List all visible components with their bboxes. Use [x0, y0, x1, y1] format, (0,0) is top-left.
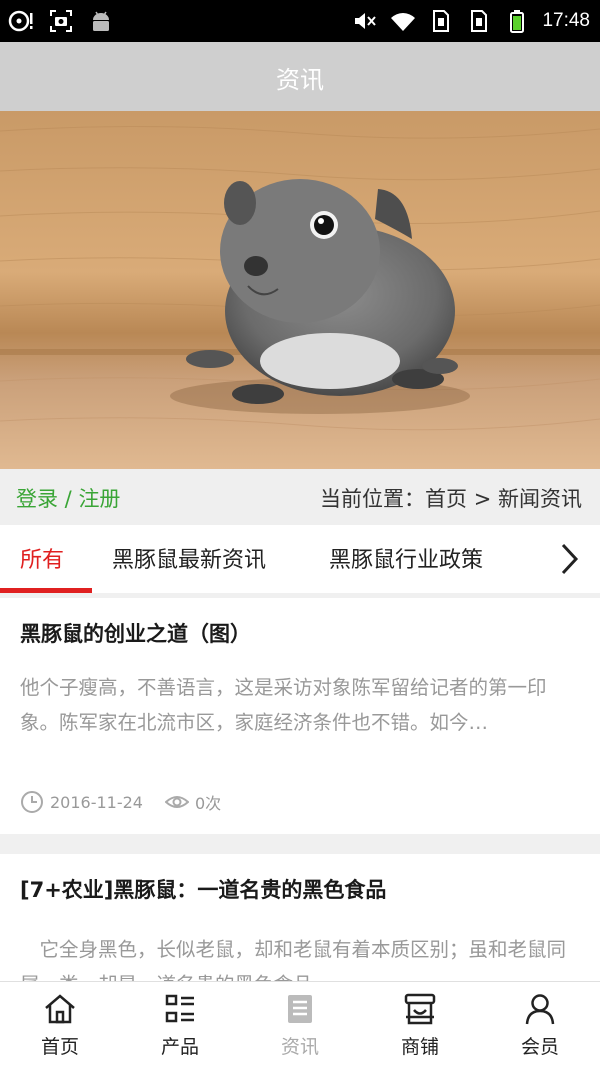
news-icon: [288, 995, 312, 1023]
tab-latest-news[interactable]: 黑豚鼠最新资讯: [112, 542, 266, 574]
active-tab-indicator: [0, 588, 92, 593]
breadcrumb-separator: >: [467, 487, 498, 511]
product-list-icon: [165, 994, 194, 1023]
android-icon: [93, 11, 109, 31]
nav-member[interactable]: 会员: [480, 982, 600, 1067]
eye-icon: [164, 796, 189, 808]
sim2-icon: [471, 10, 488, 32]
nav-news[interactable]: 资讯: [240, 982, 360, 1067]
screenshot-icon: [50, 10, 72, 32]
article-title[interactable]: [7+农业]黑豚鼠：一道名贵的黑色食品: [20, 874, 386, 904]
nav-shops[interactable]: 商铺: [360, 982, 480, 1067]
mute-icon: [355, 13, 377, 29]
tab-all[interactable]: 所有: [20, 542, 64, 574]
nav-home[interactable]: 首页: [0, 982, 120, 1067]
guinea-pig-illustration: [0, 125, 600, 431]
article-summary: 他个子瘦高，不善语言，这是采访对象陈军留给记者的第一印象。陈军家在北流市区，家庭…: [20, 676, 547, 734]
breadcrumb-home[interactable]: 首页: [425, 487, 467, 511]
status-time: 17:48: [542, 10, 590, 31]
sim1-icon: [433, 10, 450, 32]
category-tabs: 所有 黑豚鼠最新资讯 黑豚鼠行业政策: [0, 525, 600, 593]
shop-icon: [404, 993, 436, 1025]
nav-label: 产品: [160, 1036, 199, 1058]
battery-icon: [510, 10, 525, 33]
wifi-icon: [391, 13, 416, 31]
login-link[interactable]: 登录: [16, 487, 58, 511]
breadcrumb-current: 新闻资讯: [498, 487, 582, 511]
breadcrumb-label: 当前位置：: [320, 487, 426, 511]
disc-alert-icon: [8, 10, 33, 32]
nav-label: 资讯: [280, 1036, 319, 1058]
tabs-more-button[interactable]: [538, 525, 600, 593]
register-link[interactable]: 注册: [78, 487, 120, 511]
article-meta: 2016-11-24 0次: [20, 790, 221, 814]
nav-products[interactable]: 产品: [120, 982, 240, 1067]
article-views: 0次: [194, 794, 222, 813]
breadcrumb: 当前位置：首页 > 新闻资讯: [320, 483, 582, 513]
nav-label: 会员: [520, 1036, 559, 1058]
chevron-right-icon: [561, 543, 579, 575]
clock-icon: [21, 791, 43, 813]
nav-label: 商铺: [400, 1036, 439, 1058]
login-register: 登录 / 注册: [16, 483, 120, 513]
login-separator: /: [58, 487, 79, 511]
page-title: 资讯: [276, 66, 324, 94]
article-card[interactable]: [7+农业]黑豚鼠：一道名贵的黑色食品 它全身黑色，长似老鼠，却和老鼠有着本质区…: [0, 854, 600, 994]
bottom-nav: 首页 产品 资讯 商铺 会员: [0, 981, 600, 1067]
member-icon: [525, 994, 555, 1025]
app-screen: 17:48 资讯 登录 / 注册 当前位置：首页 > 新闻资讯 所有 黑豚鼠最新…: [0, 0, 600, 1067]
home-icon: [45, 994, 75, 1024]
status-bar: 17:48: [0, 0, 600, 42]
title-bar: 资讯: [0, 42, 600, 111]
article-title[interactable]: 黑豚鼠的创业之道（图）: [20, 618, 251, 648]
nav-label: 首页: [40, 1036, 79, 1058]
info-bar: 登录 / 注册 当前位置：首页 > 新闻资讯: [0, 469, 600, 525]
article-date: 2016-11-24: [50, 792, 143, 812]
article-card[interactable]: 黑豚鼠的创业之道（图） 他个子瘦高，不善语言，这是采访对象陈军留给记者的第一印象…: [0, 598, 600, 834]
banner-image[interactable]: [0, 111, 600, 469]
tab-industry-policy[interactable]: 黑豚鼠行业政策: [329, 542, 483, 574]
